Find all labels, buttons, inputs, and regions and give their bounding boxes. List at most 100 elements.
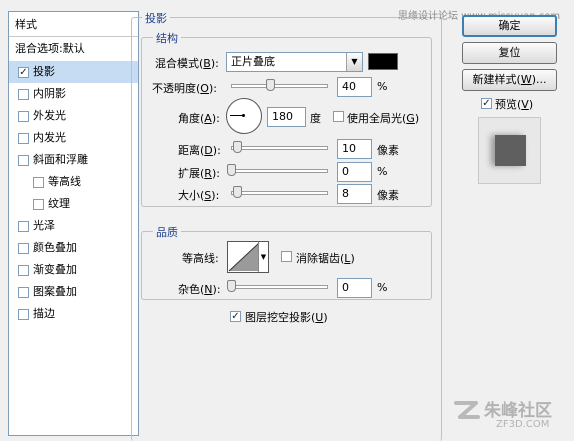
size-input[interactable]: 8 [337,184,372,204]
checkbox-bevel-emboss[interactable] [18,155,29,166]
watermark-logo-icon [452,395,482,425]
global-light-label[interactable]: 使用全局光(G) [347,110,419,126]
reset-button[interactable]: 复位 [462,42,557,64]
spread-unit: % [377,165,388,178]
angle-label: 角度(A): [178,112,220,125]
list-item-label: 渐变叠加 [33,263,77,276]
checkmark-icon: ✓ [231,311,240,322]
antialias-label[interactable]: 消除锯齿(L) [296,250,355,266]
ok-button[interactable]: 确定 [462,15,557,37]
opacity-label: 不透明度(O): [152,82,217,95]
checkbox-stroke[interactable] [18,309,29,320]
size-label: 大小(S): [178,189,220,202]
checkbox-inner-glow[interactable] [18,133,29,144]
checkbox-outer-glow[interactable] [18,111,29,122]
size-slider-thumb[interactable] [233,186,242,198]
opacity-unit: % [377,80,388,93]
global-light-checkbox[interactable] [333,111,344,122]
watermark-bottom-url: ZF3D.COM [496,419,550,430]
list-item-color-overlay[interactable]: 颜色叠加 [9,237,138,259]
list-item-texture[interactable]: 纹理 [9,193,138,215]
checkmark-icon: ✓ [19,67,28,78]
list-item-label: 内发光 [33,131,66,144]
noise-unit: % [377,281,388,294]
angle-input[interactable]: 180 [267,107,306,127]
noise-slider-thumb[interactable] [227,280,236,292]
list-item-blending-options[interactable]: 混合选项:默认 [9,38,138,60]
blend-mode-value: 正片叠底 [231,55,275,68]
contour-picker[interactable]: ▼ [227,241,269,273]
style-preview [478,117,541,184]
list-item-label: 颜色叠加 [33,241,77,254]
drop-shadow-title: 投影 [142,10,170,26]
preview-square [495,135,526,166]
distance-input[interactable]: 10 [337,139,372,159]
checkbox-drop-shadow[interactable]: ✓ [18,67,29,78]
checkbox-gradient-overlay[interactable] [18,265,29,276]
list-item-label: 混合选项:默认 [15,42,85,55]
list-item-label: 斜面和浮雕 [33,153,88,166]
opacity-slider-thumb[interactable] [265,79,275,91]
list-item-label: 等高线 [48,175,81,188]
quality-title: 品质 [153,224,181,240]
list-item-inner-glow[interactable]: 内发光 [9,127,138,149]
chevron-down-icon[interactable]: ▼ [258,242,268,272]
distance-slider-thumb[interactable] [233,141,242,153]
list-item-outer-glow[interactable]: 外发光 [9,105,138,127]
contour-preview [228,242,260,272]
preview-label[interactable]: 预览(V) [495,96,533,112]
list-item-label: 投影 [33,65,55,78]
checkmark-icon: ✓ [482,98,491,109]
angle-unit: 度 [310,112,321,125]
distance-label: 距离(D): [178,144,221,157]
checkbox-satin[interactable] [18,221,29,232]
list-item-label: 描边 [33,307,55,320]
list-item-contour[interactable]: 等高线 [9,171,138,193]
checkbox-pattern-overlay[interactable] [18,287,29,298]
new-style-button[interactable]: 新建样式(W)... [462,69,557,91]
watermark-bottom: 朱峰社区 [484,401,552,421]
spread-slider-thumb[interactable] [227,164,236,176]
contour-label: 等高线: [182,252,219,265]
list-item-satin[interactable]: 光泽 [9,215,138,237]
size-slider-track[interactable] [231,191,328,195]
opacity-input[interactable]: 40 [337,77,372,97]
knockout-label[interactable]: 图层挖空投影(U) [245,309,328,325]
distance-unit: 像素 [377,144,399,157]
list-item-pattern-overlay[interactable]: 图案叠加 [9,281,138,303]
angle-dial-center [242,114,245,117]
opacity-slider-track[interactable] [231,84,328,88]
checkbox-contour[interactable] [33,177,44,188]
list-item-label: 外发光 [33,109,66,122]
distance-slider-track[interactable] [231,146,328,150]
list-item-gradient-overlay[interactable]: 渐变叠加 [9,259,138,281]
antialias-checkbox[interactable] [281,251,292,262]
list-item-label: 光泽 [33,219,55,232]
spread-input[interactable]: 0 [337,162,372,182]
knockout-checkbox[interactable]: ✓ [230,311,241,322]
list-item-drop-shadow[interactable]: ✓ 投影 [9,61,138,83]
checkbox-color-overlay[interactable] [18,243,29,254]
blend-mode-label: 混合模式(B): [155,57,219,70]
noise-slider-track[interactable] [231,285,328,289]
angle-dial[interactable] [226,98,262,134]
structure-title: 结构 [153,30,181,46]
spread-slider-track[interactable] [231,169,328,173]
list-item-bevel-emboss[interactable]: 斜面和浮雕 [9,149,138,171]
preview-checkbox[interactable]: ✓ [481,98,492,109]
size-unit: 像素 [377,189,399,202]
spread-label: 扩展(R): [178,167,220,180]
list-item-label: 纹理 [48,197,70,210]
list-item-stroke[interactable]: 描边 [9,303,138,325]
blend-mode-select[interactable]: 正片叠底 ▼ [226,52,363,72]
style-list-header: 样式 [9,12,138,37]
shadow-color-swatch[interactable] [368,53,398,70]
noise-label: 杂色(N): [178,283,221,296]
noise-input[interactable]: 0 [337,278,372,298]
checkbox-texture[interactable] [33,199,44,210]
list-item-label: 图案叠加 [33,285,77,298]
list-item-inner-shadow[interactable]: 内阴影 [9,83,138,105]
checkbox-inner-shadow[interactable] [18,89,29,100]
chevron-down-icon[interactable]: ▼ [346,53,362,71]
list-item-label: 内阴影 [33,87,66,100]
